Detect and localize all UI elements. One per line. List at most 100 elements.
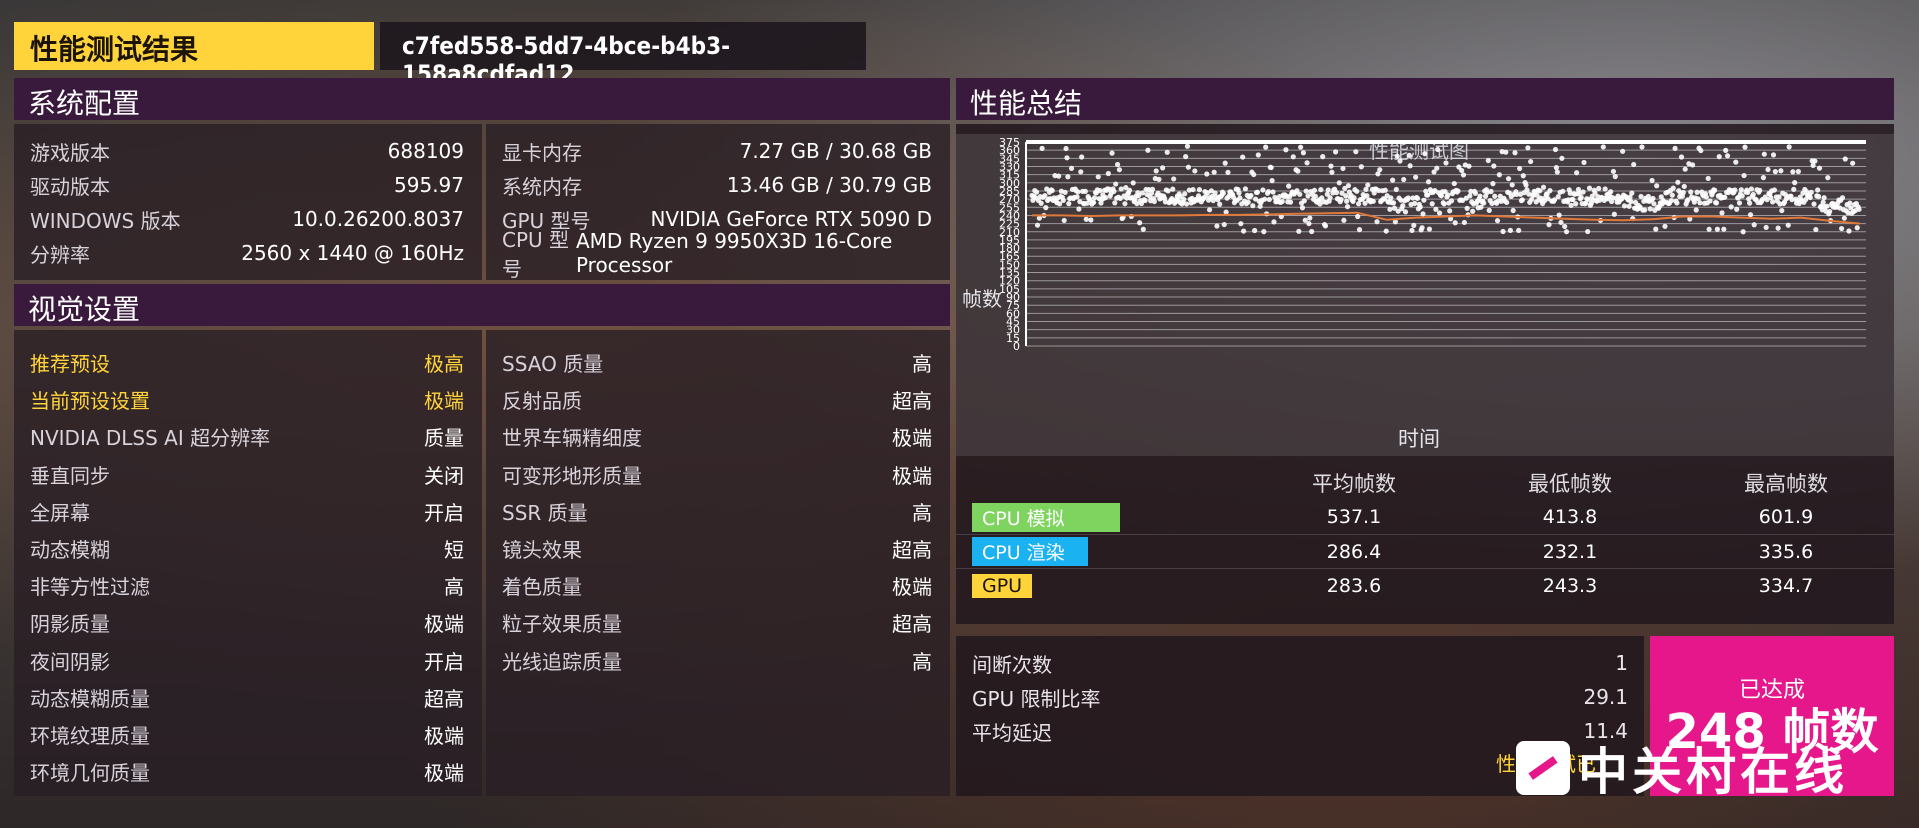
scatter-point xyxy=(1266,196,1272,203)
scatter-point xyxy=(1847,200,1853,206)
scatter-point xyxy=(1574,170,1580,176)
setting-row: 非等方性过滤 高 xyxy=(30,567,464,604)
scatter-point xyxy=(1344,204,1351,210)
chart-x-axis-label: 时间 xyxy=(1398,427,1440,451)
scatter-point xyxy=(1600,144,1606,150)
setting-label: 非等方性过滤 xyxy=(30,575,150,600)
scatter-point xyxy=(1393,186,1399,193)
scatter-point xyxy=(1336,180,1342,186)
scatter-point xyxy=(1126,187,1133,193)
setting-label: SSAO 质量 xyxy=(502,352,604,377)
scatter-point xyxy=(1225,169,1231,175)
scatter-point xyxy=(1841,215,1847,221)
fps-row-name-cell: CPU 模拟 xyxy=(956,502,1246,532)
scatter-point xyxy=(1694,189,1700,195)
scatter-point xyxy=(1248,192,1254,199)
fps-row-badge: GPU xyxy=(972,573,1033,598)
scatter-point xyxy=(1491,163,1497,169)
scatter-point xyxy=(1611,211,1617,217)
scatter-point xyxy=(1394,153,1400,159)
fps-table-row: CPU 模拟 537.1 413.8 601.9 xyxy=(956,500,1894,534)
scatter-point xyxy=(1164,149,1170,155)
scatter-point xyxy=(1827,208,1833,215)
row-value: 7.27 GB / 30.68 GB xyxy=(739,139,932,163)
scatter-point xyxy=(1241,228,1247,234)
system-right-list: 显卡内存 7.27 GB / 30.68 GB 系统内存 13.46 GB / 30… xyxy=(486,124,950,281)
setting-value: 极端 xyxy=(892,463,932,488)
scatter-point xyxy=(1772,169,1778,175)
sys-row-game-version: 游戏版本 688109 xyxy=(30,134,464,168)
scatter-point xyxy=(1815,187,1821,193)
scatter-point xyxy=(1568,202,1574,208)
scatter-point xyxy=(1820,199,1826,205)
scatter-point xyxy=(1263,144,1269,150)
scatter-point xyxy=(1327,195,1333,201)
scatter-point xyxy=(1043,205,1049,211)
scatter-point xyxy=(1728,204,1734,210)
setting-value: 开启 xyxy=(424,500,464,525)
scatter-point xyxy=(1353,149,1359,155)
scatter-point xyxy=(1739,193,1745,199)
setting-label: 环境纹理质量 xyxy=(30,723,150,748)
setting-label: 可变形地形质量 xyxy=(502,463,642,488)
scatter-point xyxy=(1407,163,1413,169)
scatter-point xyxy=(1211,169,1217,175)
setting-label: 动态模糊 xyxy=(30,538,110,563)
scatter-point xyxy=(1306,220,1312,227)
scatter-point xyxy=(1638,193,1644,200)
scatter-point xyxy=(1252,227,1258,234)
fps-min-value: 413.8 xyxy=(1542,506,1598,528)
scatter-point xyxy=(1778,168,1784,174)
scatter-point xyxy=(1344,198,1350,204)
visual-left-list: 推荐预设 极高 当前预设设置 极端 NVIDIA DLSS AI 超分辨率 质量 垂直同步关… xyxy=(14,330,482,790)
scatter-point xyxy=(1271,219,1277,225)
row-value: 595.97 xyxy=(394,173,464,197)
setting-value: 开启 xyxy=(424,649,464,674)
scatter-point xyxy=(1261,229,1267,235)
scatter-point xyxy=(1698,147,1704,154)
scatter-point xyxy=(1079,154,1085,160)
stat-value: 29.1 xyxy=(1583,685,1628,709)
scatter-point xyxy=(1807,194,1813,201)
scatter-point xyxy=(1560,188,1566,194)
scatter-point xyxy=(1653,226,1659,232)
scatter-point xyxy=(1639,144,1645,150)
performance-summary-heading: 性能总结 xyxy=(956,78,1894,120)
scatter-point xyxy=(1816,165,1823,171)
y-tick-label: 375 xyxy=(999,136,1020,149)
stat-row-gpu-limit: GPU 限制比率 29.1 xyxy=(972,680,1628,714)
scatter-point xyxy=(1382,187,1388,193)
scatter-point xyxy=(1300,150,1306,156)
scatter-point xyxy=(1824,203,1830,209)
setting-row: 镜头效果 超高 xyxy=(502,530,932,567)
scatter-point xyxy=(1299,205,1306,211)
scatter-point xyxy=(1075,189,1081,195)
scatter-point xyxy=(1301,198,1307,204)
scatter-point xyxy=(1095,174,1101,180)
scatter-point xyxy=(1091,195,1098,201)
scatter-point xyxy=(1312,193,1318,199)
setting-row: 动态模糊质量 超高 xyxy=(30,679,464,716)
scatter-point xyxy=(1562,223,1568,230)
scatter-point xyxy=(1448,198,1455,204)
scatter-point xyxy=(1697,200,1703,206)
scatter-point xyxy=(1419,225,1425,231)
setting-value: 关闭 xyxy=(424,463,464,488)
scatter-point xyxy=(1761,151,1767,157)
scatter-point xyxy=(1286,183,1292,189)
setting-value: 极端 xyxy=(892,575,932,600)
scatter-point xyxy=(1255,152,1261,158)
scatter-point xyxy=(1452,220,1458,226)
scatter-point xyxy=(1237,195,1243,201)
setting-value: 质量 xyxy=(424,426,464,451)
setting-label: 环境几何质量 xyxy=(30,761,150,786)
scatter-point xyxy=(1130,180,1136,186)
visual-settings-right: SSAO 质量高反射品质 超高 世界车辆精细度 极端 可变形地形质量 极端 SSR 质量高镜… xyxy=(486,330,950,796)
scatter-point xyxy=(1406,152,1412,158)
scatter-point xyxy=(1554,169,1560,175)
system-left-list: 游戏版本 688109 驱动版本 595.97 WINDOWS 版本 10.0.262… xyxy=(14,124,482,270)
setting-row: 粒子效果质量 超高 xyxy=(502,604,932,641)
scatter-point xyxy=(1333,149,1339,155)
scatter-point xyxy=(1063,145,1069,152)
scatter-point xyxy=(1364,193,1370,199)
